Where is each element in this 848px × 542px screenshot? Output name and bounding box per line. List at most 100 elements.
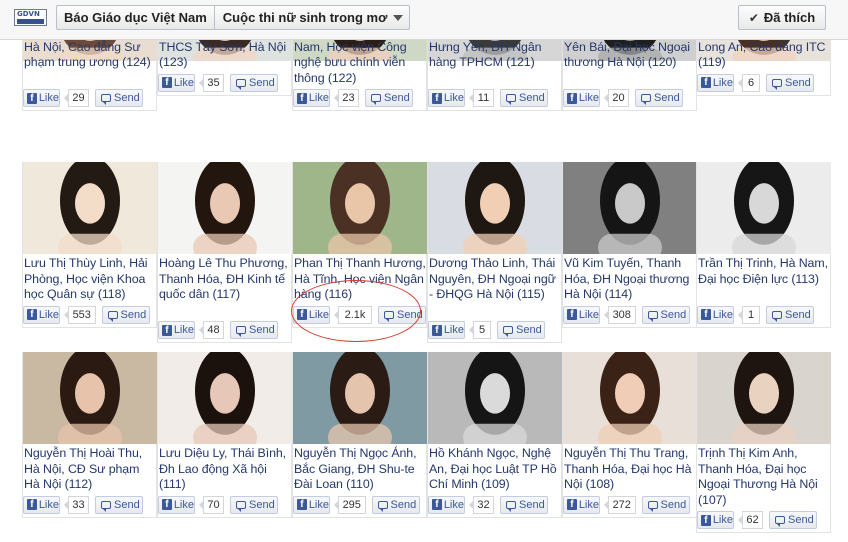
social-actions: f Like 553 Send bbox=[23, 304, 157, 326]
like-button[interactable]: f Like bbox=[158, 321, 195, 340]
like-button[interactable]: f Like bbox=[293, 89, 330, 108]
speech-bubble-icon bbox=[236, 78, 246, 90]
photo-caption-link[interactable]: Lưu Diệu Ly, Thái Bình, Đh Lao động Xã h… bbox=[159, 446, 292, 493]
photo-caption-link[interactable]: Hoàng Lê Thu Phương, Thanh Hóa, ĐH Kinh … bbox=[159, 256, 292, 303]
send-button[interactable]: Send bbox=[500, 495, 548, 514]
photo-caption-link[interactable]: Vũ Kim Tuyến, Thanh Hóa, ĐH Ngoại thương… bbox=[564, 256, 697, 303]
social-actions: f Like 308 Send bbox=[563, 304, 697, 326]
facebook-icon: f bbox=[162, 499, 172, 511]
photo-card: Lưu Thị Thùy Linh, Hải Phòng, Học viện K… bbox=[22, 162, 157, 328]
like-label: Like bbox=[712, 308, 733, 321]
speech-bubble-icon bbox=[101, 94, 111, 106]
contestant-photo[interactable] bbox=[428, 352, 562, 444]
photo-caption-link[interactable]: Nguyễn Thị Thùy Linh, Hà Nội, Cao đẳng S… bbox=[24, 40, 157, 71]
send-button[interactable]: Send bbox=[635, 89, 683, 108]
like-label: Like bbox=[578, 308, 599, 321]
send-button[interactable]: Send bbox=[766, 305, 814, 324]
like-button[interactable]: f Like bbox=[158, 73, 195, 92]
photo-caption-link[interactable]: Nguyễn Thị Hoài Thu, Hà Nội, CĐ Sư phạm … bbox=[24, 446, 157, 493]
send-button[interactable]: Send bbox=[230, 73, 278, 92]
like-button[interactable]: f Like bbox=[23, 305, 60, 324]
photo-caption-link[interactable]: Nguyễn Quỳnh Trang, Yên Bái, Đại học Ngo… bbox=[564, 40, 697, 71]
like-label: Like bbox=[308, 92, 329, 105]
social-actions: f Like 11 Send bbox=[428, 87, 562, 109]
photo-caption-link[interactable]: Trịnh Thị Kim Anh, Thanh Hóa, Đại học Ng… bbox=[698, 446, 831, 508]
like-label: Like bbox=[308, 498, 329, 511]
like-button[interactable]: f Like bbox=[428, 321, 465, 340]
contestant-photo[interactable] bbox=[428, 162, 562, 254]
like-button[interactable]: f Like bbox=[697, 511, 734, 530]
like-button[interactable]: f Like bbox=[23, 89, 60, 108]
send-button[interactable]: Send bbox=[641, 305, 690, 324]
social-actions: f Like 23 Send bbox=[293, 87, 427, 109]
page-logo[interactable]: GDVN bbox=[14, 9, 47, 26]
photo-caption-link[interactable]: Hồ Khánh Ngọc, Nghệ An, Đại học Luật TP … bbox=[429, 446, 562, 493]
album-selector[interactable]: Cuộc thi nữ sinh trong mơ bbox=[215, 6, 410, 29]
like-button[interactable]: f Like bbox=[158, 495, 195, 514]
liked-button[interactable]: ✔ Đã thích bbox=[738, 5, 826, 30]
photo-caption-link[interactable]: Phan Thị Thanh Hương, Hà Tĩnh, Học viện … bbox=[294, 256, 427, 303]
photo-card: Vũ Kim Tuyến, Thanh Hóa, ĐH Ngoại thương… bbox=[562, 162, 697, 328]
photo-caption-link[interactable]: Trần Thị Trinh, Hà Nam, Đại học Điện lực… bbox=[698, 256, 831, 287]
page-name-link[interactable]: Báo Giáo dục Việt Nam bbox=[57, 6, 215, 29]
contestant-photo[interactable] bbox=[23, 162, 157, 254]
send-button[interactable]: Send bbox=[378, 305, 426, 324]
send-button[interactable]: Send bbox=[101, 305, 150, 324]
like-count: 2.1k bbox=[334, 305, 372, 324]
send-button[interactable]: Send bbox=[95, 89, 143, 108]
photo-caption-link[interactable]: Nguyễn Thị Thu Trang, Thanh Hóa, Đại học… bbox=[564, 446, 697, 493]
contestant-photo[interactable] bbox=[158, 352, 292, 444]
contestant-photo[interactable] bbox=[563, 162, 697, 254]
send-button[interactable]: Send bbox=[769, 511, 817, 530]
social-actions: f Like 29 Send bbox=[23, 87, 157, 109]
social-actions: f Like 62 Send bbox=[697, 509, 831, 531]
send-button[interactable]: Send bbox=[95, 495, 143, 514]
facebook-icon: f bbox=[297, 309, 307, 321]
send-label: Send bbox=[519, 498, 545, 511]
photo-caption-link[interactable]: Dương Thảo Linh, Thái Nguyên, ĐH Ngoại n… bbox=[429, 256, 562, 303]
contestant-photo[interactable] bbox=[293, 162, 427, 254]
send-button[interactable]: Send bbox=[230, 321, 278, 340]
send-button[interactable]: Send bbox=[365, 89, 413, 108]
like-button[interactable]: f Like bbox=[23, 495, 60, 514]
photo-caption-link[interactable]: Trần Việt Anh, Hà Nội, THCS Tây Sơn, Hà … bbox=[159, 40, 292, 71]
send-button[interactable]: Send bbox=[230, 495, 278, 514]
like-button[interactable]: f Like bbox=[428, 89, 465, 108]
social-actions: f Like 2.1k Send bbox=[293, 304, 427, 326]
like-button[interactable]: f Like bbox=[563, 495, 600, 514]
like-button[interactable]: f Like bbox=[293, 305, 330, 324]
like-button[interactable]: f Like bbox=[428, 495, 465, 514]
social-actions: f Like 20 Send bbox=[563, 87, 697, 109]
contestant-photo[interactable] bbox=[158, 162, 292, 254]
social-actions: f Like 48 Send bbox=[158, 319, 292, 341]
like-button[interactable]: f Like bbox=[563, 305, 600, 324]
contestant-photo[interactable] bbox=[697, 162, 831, 254]
send-button[interactable]: Send bbox=[500, 89, 548, 108]
send-button[interactable]: Send bbox=[497, 321, 545, 340]
speech-bubble-icon bbox=[772, 310, 782, 322]
contestant-photo[interactable] bbox=[697, 352, 831, 444]
social-actions: f Like 272 Send bbox=[563, 494, 697, 516]
photo-caption-link[interactable]: Lưu Thị Thùy Linh, Hải Phòng, Học viện K… bbox=[24, 256, 157, 303]
photo-caption-link[interactable]: Nguyễn Thị Ngọc Ánh, Bắc Giang, ĐH Shu-t… bbox=[294, 446, 427, 493]
facebook-icon: f bbox=[297, 92, 307, 104]
contestant-photo[interactable] bbox=[563, 352, 697, 444]
like-button[interactable]: f Like bbox=[697, 73, 734, 92]
like-count: 553 bbox=[64, 305, 96, 324]
like-button[interactable]: f Like bbox=[563, 89, 600, 108]
send-button[interactable]: Send bbox=[766, 73, 814, 92]
like-button[interactable]: f Like bbox=[697, 305, 734, 324]
photo-caption-link[interactable]: Lê Thị Vân Anh, Hà Nam, Học viện Công ng… bbox=[294, 40, 427, 86]
send-button[interactable]: Send bbox=[371, 495, 420, 514]
send-button[interactable]: Send bbox=[641, 495, 690, 514]
photo-card: Nguyễn Thị Ngọc Ánh, Bắc Giang, ĐH Shu-t… bbox=[292, 352, 427, 518]
like-button[interactable]: f Like bbox=[293, 495, 330, 514]
facebook-icon: f bbox=[701, 514, 711, 526]
photo-caption-link[interactable]: Nguyễn Thanh Hương, Hưng Yên, ĐH Ngân hà… bbox=[429, 40, 562, 71]
like-count: 33 bbox=[64, 495, 89, 514]
contestant-photo[interactable] bbox=[23, 352, 157, 444]
photo-caption-link[interactable]: Phạm Thị Ngọc Nhung, Long An, Cao đẳng I… bbox=[698, 40, 831, 71]
contestant-photo[interactable] bbox=[293, 352, 427, 444]
speech-bubble-icon bbox=[371, 94, 381, 106]
social-actions: f Like 5 Send bbox=[428, 319, 562, 341]
